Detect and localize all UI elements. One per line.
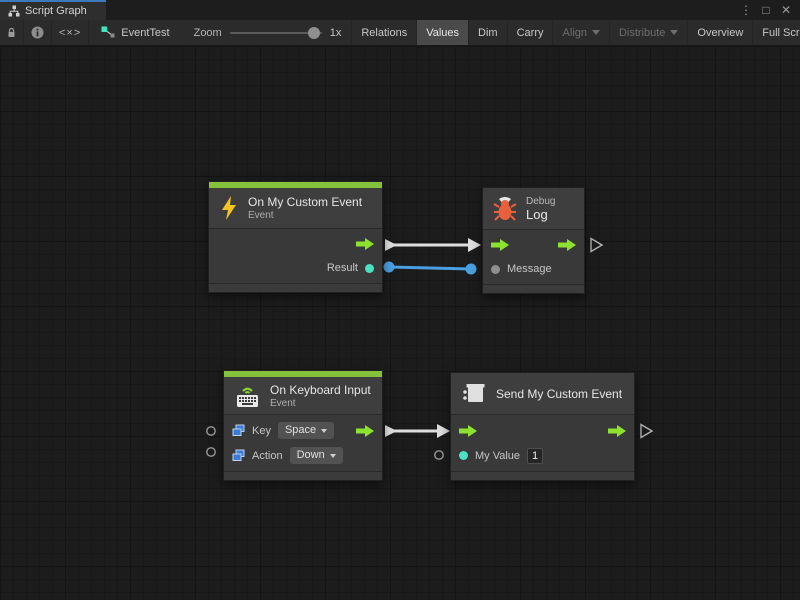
node-title: Log [526, 207, 555, 222]
node-footer [451, 472, 634, 480]
values-button[interactable]: Values [416, 20, 468, 45]
maximize-button[interactable]: □ [758, 1, 774, 19]
node-subtitle: Event [248, 210, 362, 221]
action-row: Action Down [224, 443, 382, 468]
window-titlebar: Script Graph ⋮ □ ✕ [0, 0, 800, 20]
control-connection[interactable] [385, 238, 481, 252]
lightning-icon [219, 195, 239, 221]
control-connection[interactable] [385, 424, 450, 438]
close-icon: ✕ [781, 3, 791, 17]
node-title: On Keyboard Input [270, 383, 371, 397]
chevron-down-icon [592, 30, 600, 35]
node-graph-icon [101, 26, 115, 39]
control-row [451, 418, 634, 443]
graph-picker-button[interactable]: EventTest [89, 20, 181, 45]
window-menu-button[interactable]: ⋮ [738, 1, 754, 19]
value-input-row: Message [483, 257, 584, 281]
graph-canvas[interactable]: On My Custom Event Event Result [0, 46, 800, 600]
tab-script-graph[interactable]: Script Graph [0, 0, 106, 20]
lock-icon [7, 26, 16, 39]
message-value-port[interactable] [491, 265, 500, 274]
info-button[interactable] [24, 20, 52, 45]
my-value-field[interactable]: 1 [527, 448, 543, 464]
node-footer [483, 285, 584, 293]
value-output-row: Result [209, 256, 382, 280]
result-value-port[interactable] [365, 264, 374, 273]
keyboard-icon [234, 384, 261, 408]
literal-icon [232, 424, 245, 437]
control-output-port[interactable] [356, 238, 374, 250]
relations-button[interactable]: Relations [351, 20, 416, 45]
connections-layer [0, 46, 800, 600]
key-dropdown[interactable]: Space [278, 422, 334, 439]
my-value-label: My Value [475, 450, 520, 462]
node-on-my-custom-event[interactable]: On My Custom Event Event Result [208, 181, 383, 293]
node-category: Debug [526, 196, 555, 207]
my-value-port[interactable] [459, 451, 468, 460]
node-title: On My Custom Event [248, 195, 362, 209]
control-output-port[interactable] [356, 425, 374, 437]
graph-name: EventTest [121, 27, 169, 39]
distribute-button[interactable]: Distribute [609, 20, 687, 45]
maximize-icon: □ [762, 3, 769, 17]
chevron-down-icon [321, 429, 327, 433]
graph-icon [8, 5, 20, 17]
control-row [483, 233, 584, 257]
unconnected-port-icon[interactable] [435, 451, 443, 459]
carry-button[interactable]: Carry [507, 20, 553, 45]
node-subtitle: Event [270, 398, 371, 409]
zoom-control: Zoom 1x [184, 20, 352, 45]
node-title: Send My Custom Event [496, 387, 622, 401]
value-connection[interactable] [384, 262, 477, 275]
bug-icon [493, 196, 517, 222]
node-send-my-custom-event[interactable]: Send My Custom Event My Value 1 [450, 372, 635, 481]
full-screen-button[interactable]: Full Screen [752, 20, 800, 45]
my-value-row: My Value 1 [451, 443, 634, 468]
action-port-label: Action [252, 450, 283, 462]
node-footer [224, 472, 382, 480]
tab-title: Script Graph [25, 5, 87, 17]
control-output-row [209, 232, 382, 256]
relation-triangle [641, 425, 652, 438]
dim-button[interactable]: Dim [468, 20, 507, 45]
key-port-label: Key [252, 425, 271, 437]
zoom-slider[interactable] [230, 26, 322, 40]
relation-triangle [591, 239, 602, 252]
control-input-port[interactable] [491, 239, 509, 251]
unconnected-port-icon[interactable] [207, 427, 215, 435]
action-dropdown[interactable]: Down [290, 447, 343, 464]
event-machine-icon [461, 381, 487, 407]
message-port-label: Message [507, 263, 552, 275]
info-icon [31, 26, 44, 39]
lock-button[interactable] [0, 20, 24, 45]
code-view-button[interactable]: <×> [52, 20, 89, 45]
node-debug-log[interactable]: Debug Log Message [482, 187, 585, 294]
chevron-down-icon [670, 30, 678, 35]
close-button[interactable]: ✕ [778, 1, 794, 19]
result-port-label: Result [327, 262, 358, 274]
literal-icon [232, 449, 245, 462]
control-input-port[interactable] [459, 425, 477, 437]
zoom-level: 1x [330, 27, 342, 39]
control-output-port[interactable] [558, 239, 576, 251]
overview-button[interactable]: Overview [687, 20, 752, 45]
node-on-keyboard-input[interactable]: On Keyboard Input Event Key Space [223, 370, 383, 481]
node-footer [209, 284, 382, 292]
chevron-down-icon [330, 454, 336, 458]
align-button[interactable]: Align [552, 20, 608, 45]
key-row: Key Space [224, 418, 382, 443]
kebab-icon: ⋮ [740, 3, 752, 17]
graph-toolbar: <×> EventTest Zoom 1x Relations Values D… [0, 20, 800, 46]
zoom-label: Zoom [194, 27, 222, 39]
control-output-port[interactable] [608, 425, 626, 437]
code-view-icon: <×> [59, 27, 81, 39]
zoom-slider-handle[interactable] [308, 27, 320, 39]
unconnected-port-icon[interactable] [207, 448, 215, 456]
